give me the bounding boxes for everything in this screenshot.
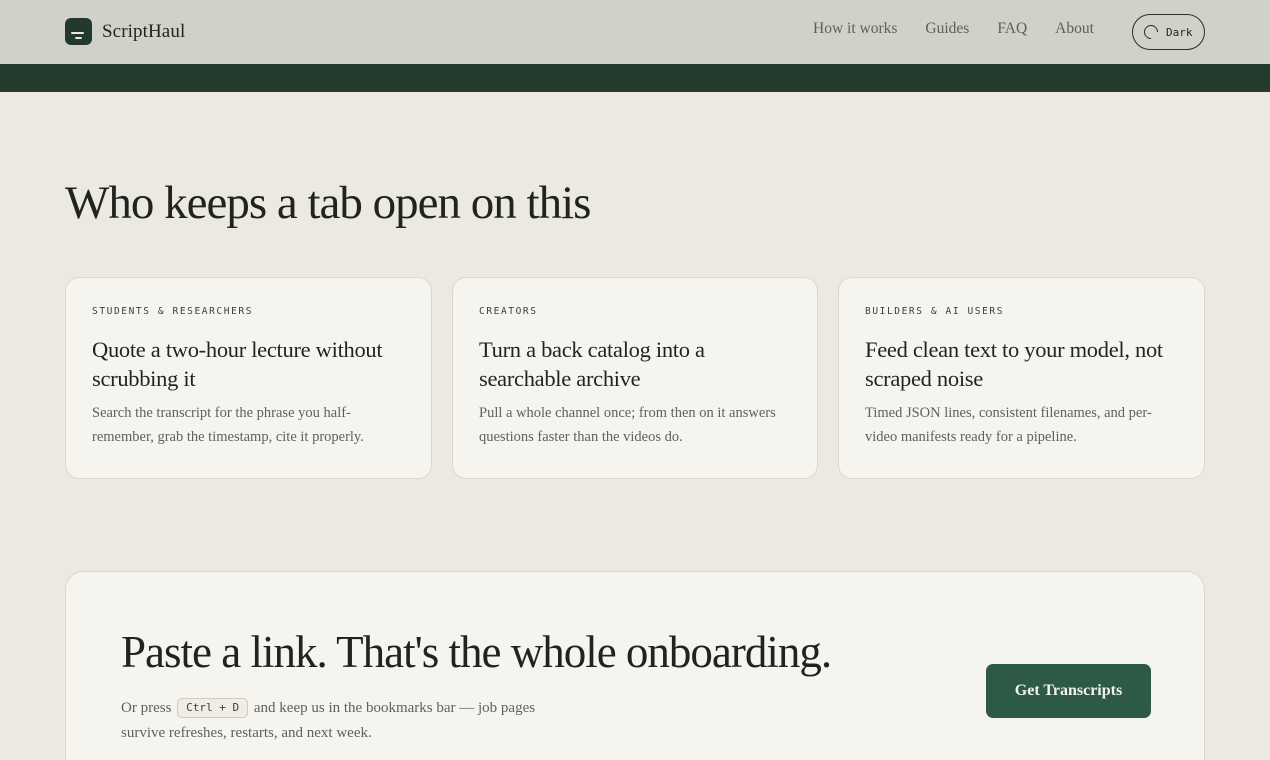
card-body: Search the transcript for the phrase you… bbox=[92, 405, 364, 445]
moon-icon bbox=[1141, 22, 1161, 42]
card-title: Turn a back catalog into a searchable ar… bbox=[479, 337, 705, 391]
nav-guides[interactable]: Guides bbox=[925, 20, 969, 38]
card-eyebrow: BUILDERS & AI USERS bbox=[865, 306, 1005, 317]
card-body: Timed JSON lines, consistent filenames, … bbox=[865, 405, 1152, 445]
brand[interactable]: ScriptHaul bbox=[65, 18, 185, 45]
main-nav: How it works Guides FAQ About bbox=[813, 20, 1094, 38]
card-body: Pull a whole channel once; from then on … bbox=[479, 405, 776, 445]
audience-card-creators: CREATORS Turn a back catalog into a sear… bbox=[452, 277, 818, 479]
top-header: ScriptHaul How it works Guides FAQ About… bbox=[0, 0, 1270, 64]
nav-about[interactable]: About bbox=[1055, 20, 1094, 38]
card-title: Quote a two-hour lecture without scrubbi… bbox=[92, 337, 383, 391]
card-eyebrow: CREATORS bbox=[479, 306, 538, 317]
cta-text: Or press Ctrl + D and keep us in the boo… bbox=[121, 696, 551, 746]
audience-card-builders: BUILDERS & AI USERS Feed clean text to y… bbox=[838, 277, 1205, 479]
audience-card-students: STUDENTS & RESEARCHERS Quote a two-hour … bbox=[65, 277, 432, 479]
section-title: Who keeps a tab open on this bbox=[65, 177, 591, 229]
header-band bbox=[0, 64, 1270, 92]
nav-faq[interactable]: FAQ bbox=[997, 20, 1027, 38]
logo-icon bbox=[65, 18, 92, 45]
get-transcripts-button[interactable]: Get Transcripts bbox=[986, 664, 1151, 718]
nav-how-it-works[interactable]: How it works bbox=[813, 20, 897, 38]
card-eyebrow: STUDENTS & RESEARCHERS bbox=[92, 306, 254, 317]
theme-toggle-button[interactable]: Dark bbox=[1132, 14, 1205, 50]
cta-text-before: Or press bbox=[121, 700, 172, 716]
bookmark-shortcut-key: Ctrl + D bbox=[177, 698, 249, 718]
cta-panel: Paste a link. That's the whole onboardin… bbox=[65, 571, 1205, 760]
cta-title: Paste a link. That's the whole onboardin… bbox=[121, 627, 832, 677]
brand-name: ScriptHaul bbox=[102, 20, 186, 42]
card-title: Feed clean text to your model, not scrap… bbox=[865, 337, 1163, 391]
theme-toggle-label: Dark bbox=[1166, 25, 1193, 39]
